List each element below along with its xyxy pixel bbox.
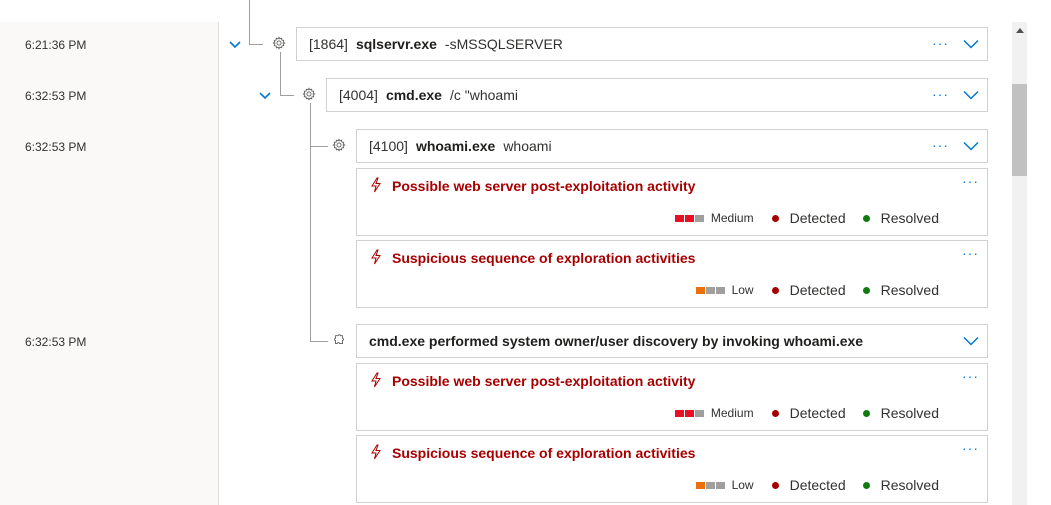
- event-title: cmd.exe performed system owner/user disc…: [369, 333, 864, 349]
- alert-card[interactable]: Suspicious sequence of exploration activ…: [356, 240, 988, 308]
- severity-label: Medium: [710, 211, 754, 225]
- tree-line: [249, 44, 263, 45]
- more-options-icon[interactable]: ···: [962, 173, 979, 189]
- timestamp: 6:21:36 PM: [25, 38, 87, 52]
- severity-label: Medium: [710, 406, 754, 420]
- scroll-up-arrow-icon[interactable]: [1012, 22, 1027, 38]
- process-card-whoami[interactable]: [4100] whoami.exe whoami ···: [356, 129, 988, 163]
- alert-meta: Medium Detected Resolved: [674, 210, 939, 226]
- timestamp: 6:32:53 PM: [25, 335, 87, 349]
- lightning-bolt-icon: [371, 249, 381, 265]
- alert-status: Resolved: [880, 282, 939, 298]
- top-strip: [0, 0, 1012, 22]
- timestamp: 6:32:53 PM: [25, 89, 87, 103]
- resolved-dot: [862, 286, 870, 294]
- gear-icon: [271, 35, 287, 51]
- collapse-chevron-icon[interactable]: [257, 88, 273, 104]
- severity-indicator: [695, 481, 725, 489]
- process-id: [1864]: [309, 36, 348, 52]
- more-options-icon[interactable]: ···: [962, 440, 979, 456]
- alert-title[interactable]: Possible web server post-exploitation ac…: [392, 373, 695, 389]
- puzzle-icon: [331, 332, 347, 348]
- detected-dot: [771, 286, 779, 294]
- process-id: [4100]: [369, 138, 408, 154]
- alert-card[interactable]: Possible web server post-exploitation ac…: [356, 168, 988, 236]
- alert-status: Resolved: [880, 210, 939, 226]
- process-args: -sMSSQLSERVER: [444, 36, 563, 52]
- more-options-icon[interactable]: ···: [932, 35, 949, 51]
- alert-status: Resolved: [880, 477, 939, 493]
- process-name: cmd.exe: [385, 87, 442, 103]
- chevron-down-icon[interactable]: [963, 141, 979, 151]
- resolved-dot: [862, 214, 870, 222]
- chevron-down-icon[interactable]: [963, 90, 979, 100]
- timestamp: 6:32:53 PM: [25, 140, 87, 154]
- detected-dot: [771, 409, 779, 417]
- severity-indicator: [695, 286, 725, 294]
- alert-meta: Medium Detected Resolved: [674, 405, 939, 421]
- collapse-chevron-icon[interactable]: [227, 37, 243, 53]
- alert-meta: Low Detected Resolved: [695, 477, 939, 493]
- detection-status: Detected: [789, 282, 846, 298]
- alert-title[interactable]: Possible web server post-exploitation ac…: [392, 178, 695, 194]
- detected-dot: [771, 481, 779, 489]
- process-card-sqlservr[interactable]: [1864] sqlservr.exe -sMSSQLSERVER ···: [296, 27, 988, 61]
- more-options-icon[interactable]: ···: [962, 368, 979, 384]
- resolved-dot: [862, 481, 870, 489]
- severity-label: Low: [731, 283, 754, 297]
- detection-status: Detected: [789, 477, 846, 493]
- gear-icon: [331, 137, 347, 153]
- severity-indicator: [674, 409, 704, 417]
- process-name: whoami.exe: [415, 138, 496, 154]
- process-name: sqlservr.exe: [355, 36, 437, 52]
- alert-title[interactable]: Suspicious sequence of exploration activ…: [392, 250, 695, 266]
- tree-line: [280, 52, 281, 95]
- alert-status: Resolved: [880, 405, 939, 421]
- gear-icon: [301, 86, 317, 102]
- chevron-down-icon[interactable]: [963, 336, 979, 346]
- alert-meta: Low Detected Resolved: [695, 282, 939, 298]
- resolved-dot: [862, 409, 870, 417]
- detection-status: Detected: [789, 405, 846, 421]
- process-card-cmd[interactable]: [4004] cmd.exe /c "whoami ···: [326, 78, 988, 112]
- chevron-down-icon[interactable]: [963, 39, 979, 49]
- event-card[interactable]: cmd.exe performed system owner/user disc…: [356, 324, 988, 358]
- lightning-bolt-icon: [371, 444, 381, 460]
- more-options-icon[interactable]: ···: [932, 86, 949, 102]
- process-args: /c "whoami: [449, 87, 518, 103]
- scrollbar-thumb[interactable]: [1012, 84, 1027, 176]
- tree-line: [310, 103, 311, 341]
- process-args: whoami: [503, 138, 552, 154]
- more-options-icon[interactable]: ···: [962, 245, 979, 261]
- tree-line: [280, 95, 294, 96]
- alert-card[interactable]: Suspicious sequence of exploration activ…: [356, 435, 988, 503]
- severity-indicator: [674, 214, 704, 222]
- alert-title[interactable]: Suspicious sequence of exploration activ…: [392, 445, 695, 461]
- process-id: [4004]: [339, 87, 378, 103]
- right-gutter: [1027, 0, 1051, 505]
- tree-line: [310, 146, 328, 147]
- tree-line: [310, 341, 328, 342]
- alert-card[interactable]: Possible web server post-exploitation ac…: [356, 363, 988, 431]
- lightning-bolt-icon: [371, 372, 381, 388]
- detection-status: Detected: [789, 210, 846, 226]
- timeline-column: [0, 0, 219, 505]
- severity-label: Low: [731, 478, 754, 492]
- lightning-bolt-icon: [371, 177, 381, 193]
- more-options-icon[interactable]: ···: [932, 137, 949, 153]
- tree-line: [249, 0, 250, 44]
- detected-dot: [771, 214, 779, 222]
